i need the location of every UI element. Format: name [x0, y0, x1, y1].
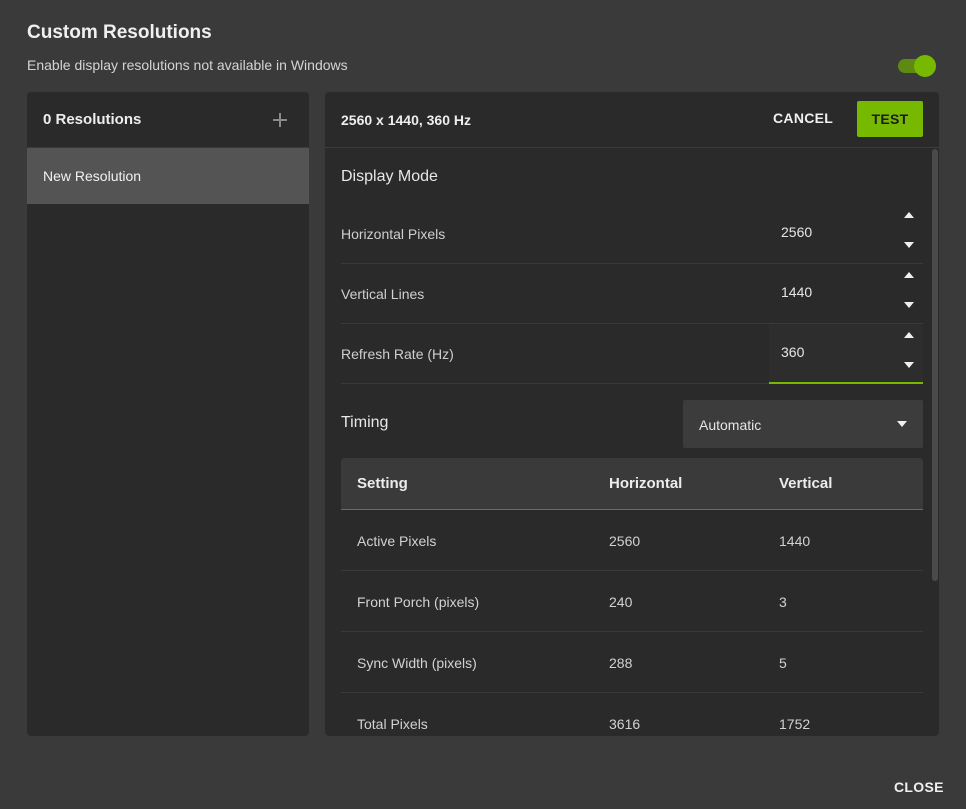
increment-up-icon[interactable] — [903, 330, 915, 340]
refresh-rate-input[interactable]: 360 — [781, 344, 804, 360]
timing-selected-value: Automatic — [699, 417, 762, 433]
table-cell: 240 — [609, 594, 633, 610]
column-header-horizontal: Horizontal — [609, 475, 683, 492]
column-header-setting: Setting — [357, 475, 408, 492]
cancel-button[interactable]: CANCEL — [773, 110, 833, 126]
vertical-lines-field: Vertical Lines 1440 — [341, 264, 923, 324]
editor-scrollbar[interactable] — [931, 149, 939, 736]
dialog-title: Custom Resolutions — [27, 22, 212, 43]
resolutions-count: 0 Resolutions — [43, 111, 142, 128]
close-button[interactable]: CLOSE — [894, 779, 944, 795]
increment-up-icon[interactable] — [903, 270, 915, 280]
plus-icon[interactable] — [273, 112, 287, 127]
table-row: Front Porch (pixels) 240 3 — [341, 571, 923, 632]
table-cell: 3616 — [609, 716, 641, 732]
column-header-vertical: Vertical — [779, 475, 833, 492]
enable-custom-resolutions-toggle[interactable] — [898, 55, 936, 77]
table-cell: 288 — [609, 655, 633, 671]
timing-table: Setting Horizontal Vertical Active Pixel… — [341, 458, 923, 736]
table-cell: Active Pixels — [357, 533, 437, 549]
horizontal-pixels-field: Horizontal Pixels 2560 — [341, 204, 923, 264]
resolutions-list-panel: 0 Resolutions New Resolution — [27, 92, 309, 736]
resolution-editor-panel: 2560 x 1440, 360 Hz CANCEL TEST Display … — [325, 92, 939, 736]
toggle-knob — [914, 55, 936, 77]
horizontal-pixels-label: Horizontal Pixels — [341, 226, 446, 242]
dialog-subtitle: Enable display resolutions not available… — [27, 57, 348, 73]
refresh-rate-label: Refresh Rate (Hz) — [341, 346, 454, 362]
increment-up-icon[interactable] — [903, 210, 915, 220]
table-row: Sync Width (pixels) 288 5 — [341, 632, 923, 693]
test-button[interactable]: TEST — [857, 101, 923, 137]
table-cell: 3 — [779, 594, 787, 610]
table-cell: Front Porch (pixels) — [357, 594, 480, 610]
horizontal-pixels-input[interactable]: 2560 — [781, 224, 812, 240]
table-cell: 5 — [779, 655, 787, 671]
table-cell: Sync Width (pixels) — [357, 655, 477, 671]
vertical-lines-input[interactable]: 1440 — [781, 284, 812, 300]
scrollbar-thumb[interactable] — [932, 149, 938, 581]
custom-resolutions-dialog: Custom Resolutions Enable display resolu… — [0, 0, 966, 809]
chevron-down-icon — [897, 421, 907, 427]
vertical-lines-label: Vertical Lines — [341, 286, 425, 302]
decrement-down-icon[interactable] — [903, 300, 915, 310]
editor-resolution-title: 2560 x 1440, 360 Hz — [341, 111, 471, 128]
resolutions-list-header: 0 Resolutions — [27, 92, 309, 148]
display-mode-title: Display Mode — [341, 168, 438, 185]
list-item-new-resolution[interactable]: New Resolution — [27, 148, 309, 204]
table-header: Setting Horizontal Vertical — [341, 458, 923, 510]
timing-label: Timing — [341, 414, 389, 431]
table-cell: 1752 — [779, 716, 811, 732]
table-row: Active Pixels 2560 1440 — [341, 510, 923, 571]
decrement-down-icon[interactable] — [903, 360, 915, 370]
table-cell: 1440 — [779, 533, 811, 549]
editor-header: 2560 x 1440, 360 Hz CANCEL TEST — [325, 92, 939, 148]
refresh-rate-field: Refresh Rate (Hz) 360 — [341, 324, 923, 384]
decrement-down-icon[interactable] — [903, 240, 915, 250]
table-cell: Total Pixels — [357, 716, 428, 732]
table-row: Total Pixels 3616 1752 — [341, 693, 923, 736]
timing-select[interactable]: Automatic — [683, 400, 923, 448]
table-cell: 2560 — [609, 533, 641, 549]
